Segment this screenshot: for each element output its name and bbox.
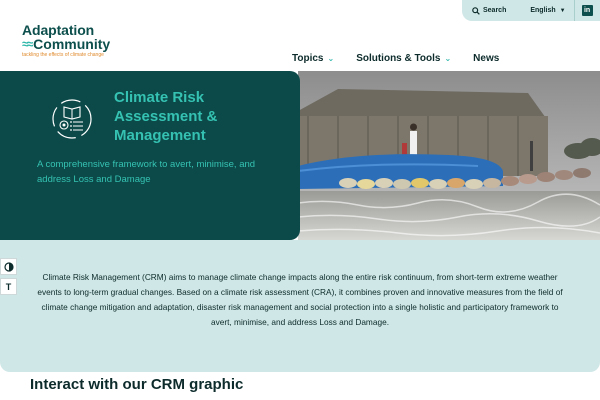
site-logo[interactable]: Adaptation ≈≈ Community tackling the eff… <box>22 23 132 58</box>
nav-item-news[interactable]: News <box>473 53 499 64</box>
nav-item-label: Solutions & Tools <box>356 53 441 64</box>
language-selector[interactable]: English ▼ <box>530 7 565 14</box>
nav-item-solutions-tools[interactable]: Solutions & Tools ⌄ <box>356 53 451 64</box>
hero-card: Climate Risk Assessment & Management A c… <box>0 71 300 240</box>
logo-line1: Adaptation <box>22 22 95 38</box>
hero-photo <box>298 71 600 241</box>
accessibility-toolbar: T <box>0 258 17 295</box>
contrast-icon <box>3 261 14 272</box>
search-label: Search <box>483 7 507 14</box>
chevron-down-icon: ⌄ <box>327 54 335 63</box>
wave-icon: ≈≈ <box>22 37 33 51</box>
hero-photo-image <box>298 71 600 241</box>
utility-divider <box>573 0 575 21</box>
crm-cycle-icon <box>52 99 92 139</box>
language-label: English <box>530 7 556 14</box>
page-title: Climate Risk Assessment & Management <box>114 89 218 144</box>
logo-line2: Community <box>33 36 111 52</box>
utility-bar: Search English ▼ in <box>462 0 600 21</box>
chevron-down-icon: ⌄ <box>444 54 452 63</box>
intro-paragraph: Climate Risk Management (CRM) aims to ma… <box>37 272 563 327</box>
caret-down-icon: ▼ <box>559 7 566 14</box>
font-size-button[interactable]: T <box>0 278 17 295</box>
page-subtitle: A comprehensive framework to avert, mini… <box>37 159 256 185</box>
logo-tagline: tackling the effects of climate change <box>22 52 104 58</box>
search-button[interactable]: Search <box>472 6 507 15</box>
search-icon <box>472 6 480 15</box>
nav-item-topics[interactable]: Topics ⌄ <box>292 53 334 64</box>
intro-section: Climate Risk Management (CRM) aims to ma… <box>0 240 600 372</box>
contrast-toggle-button[interactable] <box>0 258 17 275</box>
section-heading: Interact with our CRM graphic <box>30 376 244 393</box>
font-size-icon: T <box>5 281 12 292</box>
logo-line2-wrap: ≈≈ Community <box>22 37 132 51</box>
nav-item-label: Topics <box>292 53 324 64</box>
linkedin-icon[interactable]: in <box>581 5 593 16</box>
nav-item-label: News <box>473 53 500 64</box>
main-nav: Topics ⌄ Solutions & Tools ⌄ News <box>292 53 521 64</box>
